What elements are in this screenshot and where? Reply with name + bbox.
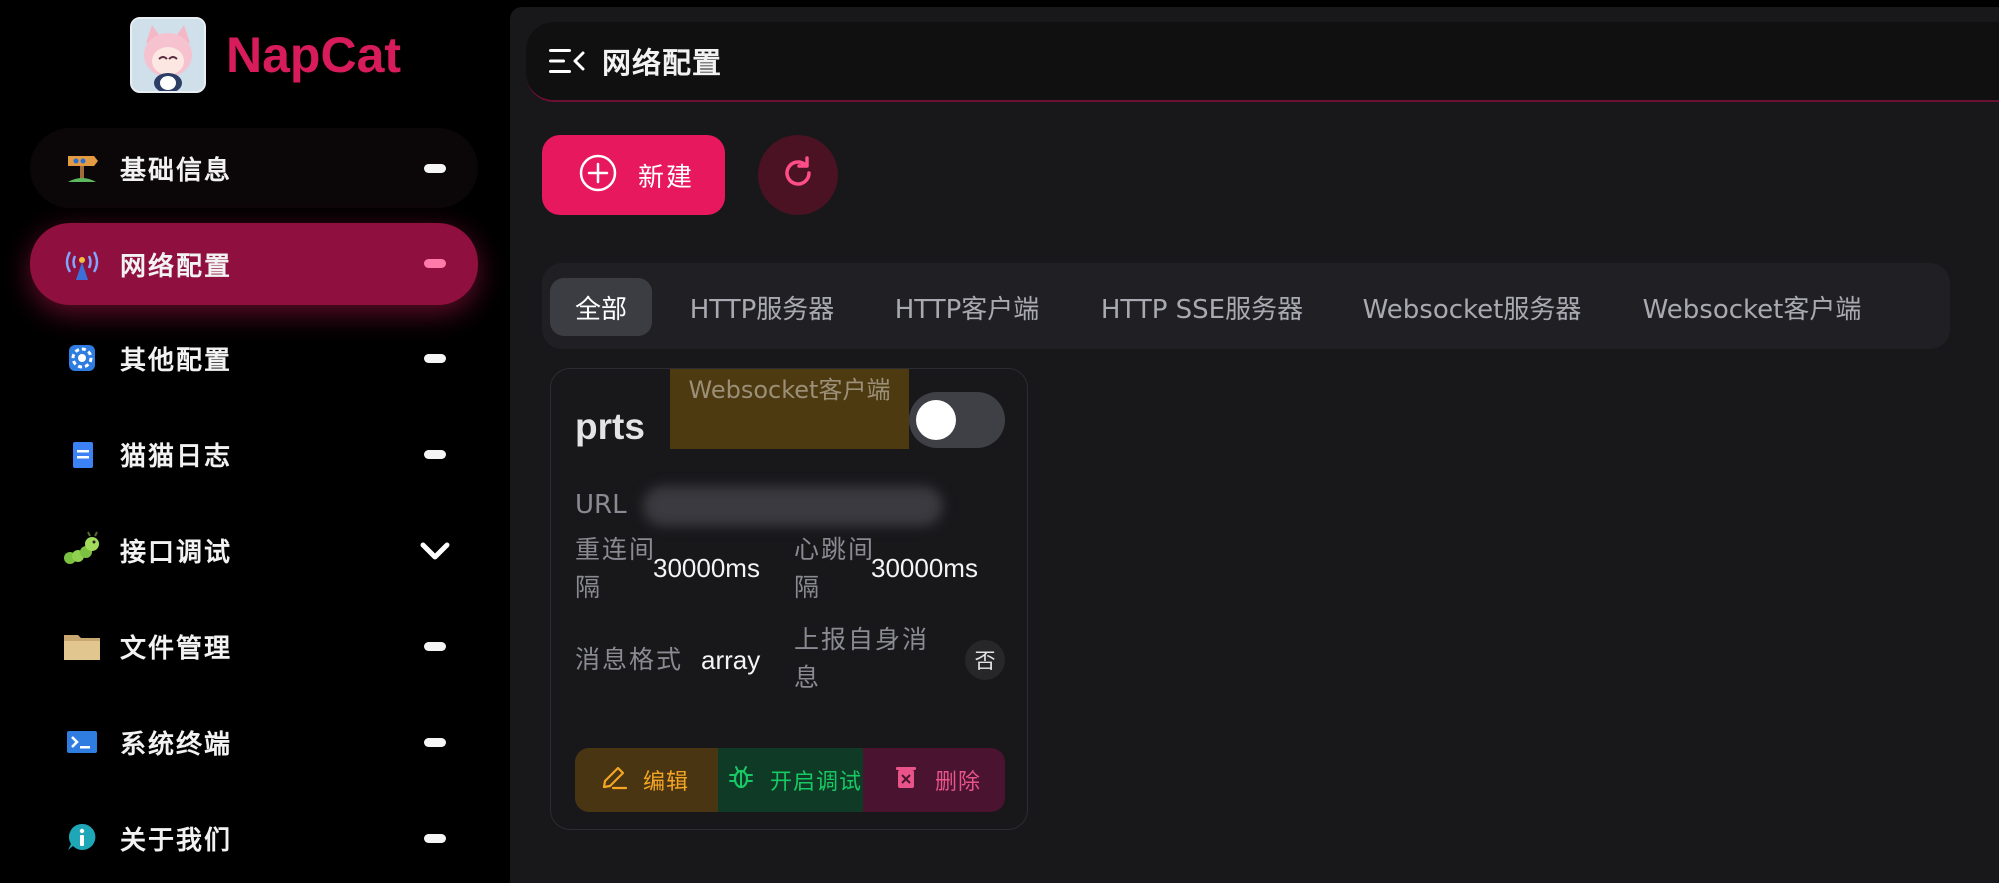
sidebar-item-label: 接口调试 [120, 537, 233, 568]
collapse-indicator [424, 450, 446, 459]
tab-websocket-client[interactable]: Websocket客户端 [1622, 278, 1882, 336]
tab-http-client[interactable]: HTTP客户端 [872, 278, 1062, 336]
card-actions: 编辑 开启调试 删除 [575, 748, 1005, 812]
sidebar-item-label: 基础信息 [120, 155, 233, 186]
refresh-icon [778, 153, 818, 197]
refresh-button[interactable] [758, 135, 838, 215]
trash-icon [891, 762, 921, 798]
main-panel: 网络配置 新建 全部 HTTP服务器 HTTP客户端 HTTP SSE服务器 W… [510, 7, 1999, 883]
new-button[interactable]: 新建 [542, 135, 725, 215]
network-config-card: prts Websocket客户端 URL 重连间隔 30000ms 心跳间隔 … [550, 368, 1028, 830]
bug-icon [726, 762, 756, 798]
page-title: 网络配置 [602, 46, 723, 80]
enable-debug-label: 开启调试 [770, 770, 863, 795]
plus-circle-icon [578, 153, 618, 197]
sidebar-item-about[interactable]: 关于我们 [30, 798, 478, 878]
menu-collapse-icon[interactable] [546, 41, 586, 81]
sidebar-item-label: 网络配置 [120, 251, 233, 282]
report-self-message-label: 上报自身消息 [794, 625, 930, 692]
sidebar-item-file-manager[interactable]: 文件管理 [30, 606, 478, 686]
sidebar-item-label: 关于我们 [120, 825, 233, 856]
reconnect-interval-value: 30000ms [653, 553, 760, 583]
sidebar-item-label: 猫猫日志 [120, 441, 233, 472]
url-value-redacted [643, 486, 943, 526]
config-type-chip: Websocket客户端 [670, 369, 909, 449]
edit-button[interactable]: 编辑 [575, 748, 718, 812]
reconnect-interval-label: 重连间隔 [575, 535, 657, 602]
sidebar-item-basic-info[interactable]: 基础信息 [30, 128, 478, 208]
brand-name: NapCat [226, 27, 402, 83]
url-label: URL [575, 490, 627, 520]
delete-label: 删除 [935, 770, 982, 795]
type-tabs: 全部 HTTP服务器 HTTP客户端 HTTP SSE服务器 Websocket… [542, 263, 1950, 349]
info-icon [62, 818, 102, 858]
sidebar-item-network-config[interactable]: 网络配置 [30, 223, 478, 305]
pencil-icon [599, 762, 629, 798]
heartbeat-interval-value: 30000ms [871, 553, 978, 583]
collapse-indicator [424, 834, 446, 843]
chevron-down-icon[interactable] [418, 536, 452, 570]
edit-label: 编辑 [643, 770, 690, 795]
terminal-icon [62, 722, 102, 762]
message-format-value: array [701, 645, 761, 675]
caterpillar-icon [62, 530, 102, 570]
enable-toggle[interactable] [909, 392, 1005, 448]
napcat-logo [130, 17, 206, 93]
collapse-indicator [424, 354, 446, 363]
new-button-label: 新建 [638, 162, 695, 193]
config-name: prts [575, 406, 645, 447]
sidebar-item-label: 其他配置 [120, 345, 233, 376]
enable-debug-button[interactable]: 开启调试 [718, 748, 863, 812]
brand: NapCat [130, 17, 401, 93]
sidebar-item-label: 文件管理 [120, 633, 233, 664]
top-bar: 网络配置 [526, 22, 1999, 102]
collapse-indicator [424, 738, 446, 747]
collapse-indicator [424, 259, 446, 268]
collapse-indicator [424, 164, 446, 173]
sidebar-item-terminal[interactable]: 系统终端 [30, 702, 478, 782]
tab-http-server[interactable]: HTTP服务器 [672, 278, 852, 336]
signpost-icon [62, 148, 102, 188]
delete-button[interactable]: 删除 [863, 748, 1005, 812]
tab-all[interactable]: 全部 [550, 278, 652, 336]
tab-http-sse-server[interactable]: HTTP SSE服务器 [1082, 278, 1322, 336]
tab-websocket-server[interactable]: Websocket服务器 [1342, 278, 1602, 336]
sidebar-item-api-debug[interactable]: 接口调试 [30, 510, 478, 590]
toggle-knob [916, 400, 956, 440]
sidebar-item-other-config[interactable]: 其他配置 [30, 318, 478, 398]
message-format-label: 消息格式 [575, 645, 684, 674]
log-icon [62, 434, 102, 474]
report-self-message-value: 否 [965, 640, 1005, 680]
sidebar-item-label: 系统终端 [120, 729, 233, 760]
sidebar: NapCat 基础信息 网络配置 其他配置 猫猫日志 接口调试 文件管理 系统终… [0, 0, 510, 883]
collapse-indicator [424, 642, 446, 651]
folder-icon [62, 626, 102, 666]
antenna-icon [62, 244, 102, 284]
sidebar-item-logs[interactable]: 猫猫日志 [30, 414, 478, 494]
gear-icon [62, 338, 102, 378]
